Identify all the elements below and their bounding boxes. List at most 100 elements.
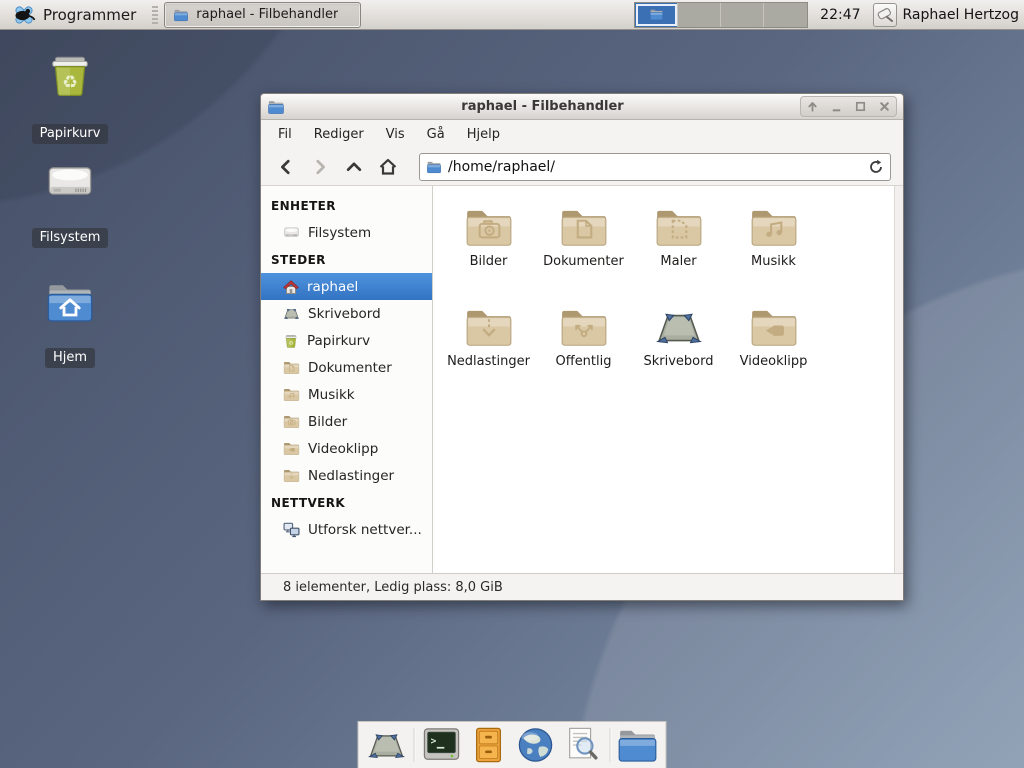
workspace-3[interactable] xyxy=(721,3,764,27)
window-controls xyxy=(800,96,897,117)
sidebar-header-devices: ENHETER xyxy=(261,192,432,219)
toolbar xyxy=(261,148,903,186)
desktop-icon-filesystem[interactable]: Filsystem xyxy=(20,160,120,248)
workspace-2[interactable] xyxy=(678,3,721,27)
dock-file-cabinet-button[interactable] xyxy=(469,726,509,764)
desktop-icon-home[interactable]: Hjem xyxy=(20,280,120,368)
sidebar-header-network: NETTVERK xyxy=(261,489,432,516)
workspace-4[interactable] xyxy=(764,3,807,27)
taskbar-window-button[interactable]: raphael - Filbehandler xyxy=(164,2,361,28)
desktop-icon xyxy=(283,306,300,321)
path-bar[interactable] xyxy=(419,153,891,181)
file-manager-icon xyxy=(173,8,189,22)
file-cabinet-icon xyxy=(470,726,508,764)
workspace-1[interactable] xyxy=(635,3,678,27)
dock-web-browser-button[interactable] xyxy=(516,726,556,764)
sidebar-item-filesystem[interactable]: Filsystem xyxy=(261,219,432,246)
sidebar-item-desktop[interactable]: Skrivebord xyxy=(261,300,432,327)
dock xyxy=(358,721,667,768)
globe-icon xyxy=(517,726,555,764)
vertical-scrollbar[interactable] xyxy=(894,186,903,573)
applications-menu-label: Programmer xyxy=(43,6,136,24)
sidebar-item-music[interactable]: Musikk xyxy=(261,381,432,408)
sidebar-item-pictures[interactable]: Bilder xyxy=(261,408,432,435)
dock-show-desktop-button[interactable] xyxy=(367,726,407,764)
home-button[interactable] xyxy=(371,152,405,182)
file-item-public[interactable]: Offentlig xyxy=(536,296,631,396)
folder-videos-icon xyxy=(749,306,799,348)
folder-music-icon xyxy=(749,206,799,248)
folder-documents-icon xyxy=(559,206,609,248)
file-item-desktop[interactable]: Skrivebord xyxy=(631,296,726,396)
menu-view[interactable]: Vis xyxy=(377,123,414,146)
file-grid: Bilder Dokumenter Maler Musikk Nedlastin… xyxy=(433,186,894,573)
file-item-documents[interactable]: Dokumenter xyxy=(536,196,631,296)
menu-help[interactable]: Hjelp xyxy=(458,123,509,146)
file-item-templates[interactable]: Maler xyxy=(631,196,726,296)
sidebar-item-home[interactable]: raphael xyxy=(261,273,432,300)
panel-clock[interactable]: 22:47 xyxy=(816,7,864,23)
sidebar-header-places: STEDER xyxy=(261,246,432,273)
network-icon xyxy=(283,521,300,538)
sidebar-item-trash[interactable]: Papirkurv xyxy=(261,327,432,354)
forward-button[interactable] xyxy=(303,152,337,182)
trash-icon xyxy=(283,333,299,349)
dock-file-manager-button[interactable] xyxy=(618,726,658,764)
file-item-pictures[interactable]: Bilder xyxy=(441,196,536,296)
folder-music-icon xyxy=(283,387,300,402)
show-desktop-icon xyxy=(367,728,407,762)
maximize-button[interactable] xyxy=(853,99,868,114)
menubar: Fil Rediger Vis Gå Hjelp xyxy=(261,120,903,148)
terminal-icon xyxy=(423,726,461,764)
top-panel: Programmer raphael - Filbehandler 22:47 … xyxy=(0,0,1024,30)
hard-drive-icon xyxy=(283,225,300,240)
status-text: 8 ielementer, Ledig plass: 8,0 GiB xyxy=(283,580,503,595)
folder-downloads-icon xyxy=(464,306,514,348)
folder-pictures-icon xyxy=(464,206,514,248)
user-name-label: Raphael Hertzog xyxy=(903,7,1019,23)
window-title: raphael - Filbehandler xyxy=(285,99,800,114)
menu-go[interactable]: Gå xyxy=(418,123,454,146)
folder-templates-icon xyxy=(654,206,704,248)
file-search-icon xyxy=(564,726,602,764)
workspace-switcher xyxy=(634,2,808,28)
applications-menu-button[interactable]: Programmer xyxy=(6,2,142,28)
xfce-logo-icon xyxy=(12,3,36,27)
sidebar-item-downloads[interactable]: Nedlastinger xyxy=(261,462,432,489)
dock-file-search-button[interactable] xyxy=(563,726,603,764)
sidebar: ENHETER Filsystem STEDER raphael Skriveb… xyxy=(261,186,433,573)
reload-icon[interactable] xyxy=(868,159,884,175)
user-session-button[interactable]: Raphael Hertzog xyxy=(873,3,1019,27)
desktop-icon xyxy=(654,306,704,348)
folder-pictures-icon xyxy=(283,414,300,429)
path-input[interactable] xyxy=(448,159,868,175)
folder-icon xyxy=(426,160,442,174)
dock-separator xyxy=(414,728,415,762)
sidebar-item-documents[interactable]: Dokumenter xyxy=(261,354,432,381)
folder-videos-icon xyxy=(283,441,300,456)
file-item-music[interactable]: Musikk xyxy=(726,196,821,296)
sidebar-item-browse-network[interactable]: Utforsk nettver... xyxy=(261,516,432,543)
shade-button[interactable] xyxy=(805,99,820,114)
trash-icon xyxy=(20,50,120,100)
back-button[interactable] xyxy=(269,152,303,182)
desktop-icon-label: Filsystem xyxy=(32,228,109,248)
file-item-downloads[interactable]: Nedlastinger xyxy=(441,296,536,396)
titlebar[interactable]: raphael - Filbehandler xyxy=(261,94,903,120)
dock-terminal-button[interactable] xyxy=(422,726,462,764)
menu-file[interactable]: Fil xyxy=(269,123,301,146)
desktop-icon-trash[interactable]: Papirkurv xyxy=(20,50,120,144)
file-item-videos[interactable]: Videoklipp xyxy=(726,296,821,396)
desktop-icon-label: Papirkurv xyxy=(32,124,109,144)
file-manager-icon xyxy=(616,726,660,764)
close-button[interactable] xyxy=(877,99,892,114)
folder-downloads-icon xyxy=(283,468,300,483)
dock-separator xyxy=(610,728,611,762)
minimize-button[interactable] xyxy=(829,99,844,114)
hard-drive-icon xyxy=(20,160,120,204)
session-action-icon xyxy=(873,3,897,27)
file-manager-icon xyxy=(267,99,285,115)
sidebar-item-videos[interactable]: Videoklipp xyxy=(261,435,432,462)
menu-edit[interactable]: Rediger xyxy=(305,123,373,146)
up-button[interactable] xyxy=(337,152,371,182)
